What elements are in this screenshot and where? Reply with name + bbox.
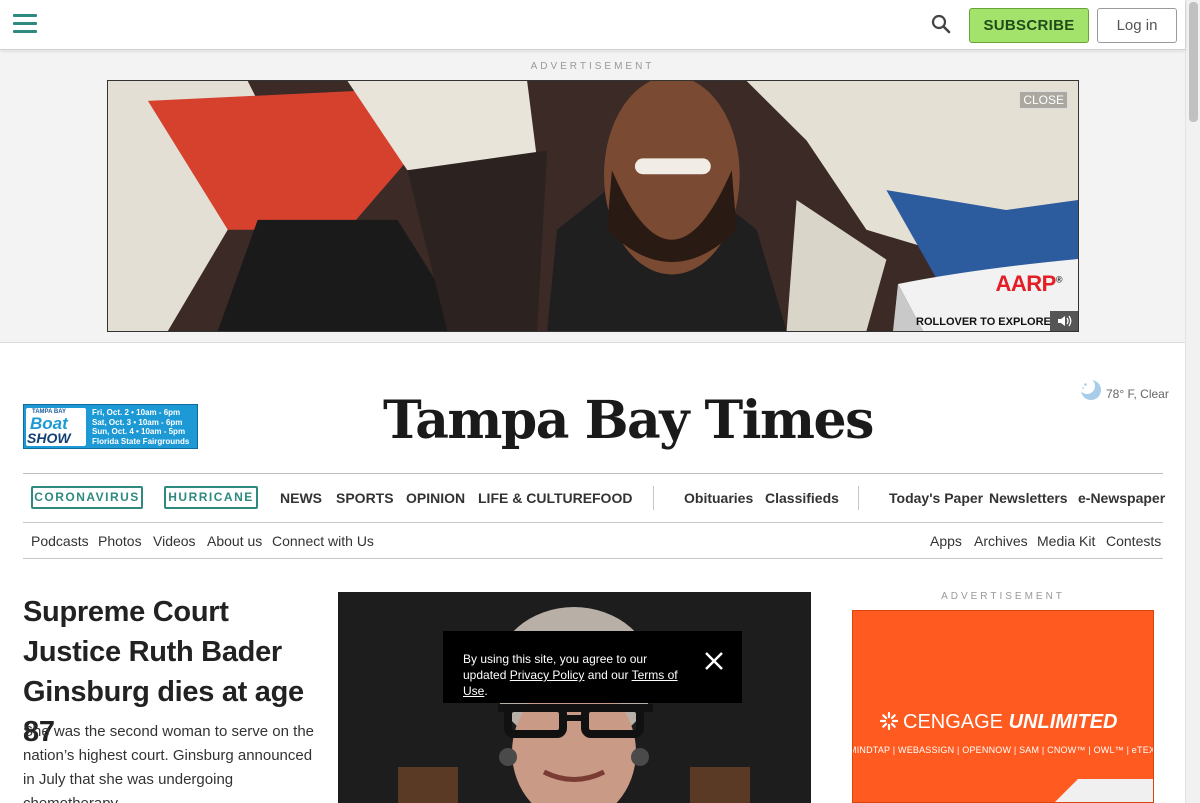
subnav-archives[interactable]: Archives — [974, 533, 1028, 549]
login-button[interactable]: Log in — [1097, 8, 1177, 43]
nav-news[interactable]: NEWS — [280, 490, 322, 506]
subnav-connect[interactable]: Connect with Us — [272, 533, 374, 549]
subnav-podcasts[interactable]: Podcasts — [31, 533, 89, 549]
cengage-wordmark: CENGAGE UNLIMITED — [903, 711, 1118, 733]
boat-show-logo: TAMPA BAY Boat SHOW — [26, 408, 86, 446]
top-bar: SUBSCRIBE Log in — [0, 0, 1185, 50]
weather-text: 78° F, Clear — [1106, 387, 1169, 401]
subnav-about-us[interactable]: About us — [207, 533, 262, 549]
search-icon[interactable] — [930, 13, 952, 35]
nav-life-culture[interactable]: LIFE & CULTURE — [478, 490, 592, 506]
nav-e-newspaper[interactable]: e-Newspaper — [1078, 490, 1165, 506]
nav-food[interactable]: FOOD — [592, 490, 632, 506]
scrollbar-thumb[interactable] — [1189, 2, 1198, 122]
page-scrollbar[interactable] — [1185, 0, 1200, 803]
hamburger-menu-icon[interactable] — [13, 14, 37, 36]
nav-separator — [653, 486, 654, 510]
top-ad-band: ADVERTISEMENT CLOSE AARP® ROLLOVER TO EX… — [0, 51, 1185, 343]
cengage-products: MINDTAP | WEBASSIGN | OPENNOW | SAM | CN… — [852, 745, 1153, 755]
subnav-videos[interactable]: Videos — [153, 533, 196, 549]
ad-label: ADVERTISEMENT — [530, 61, 655, 72]
side-ad-label: ADVERTISEMENT — [941, 591, 1065, 602]
subnav-photos[interactable]: Photos — [98, 533, 142, 549]
nav-opinion[interactable]: OPINION — [406, 490, 465, 506]
nav-sports[interactable]: SPORTS — [336, 490, 394, 506]
main-nav: CORONAVIRUS HURRICANE NEWS SPORTS OPINIO… — [23, 474, 1165, 522]
weather-widget[interactable]: 78° F, Clear — [1078, 377, 1169, 401]
privacy-policy-link[interactable]: Privacy Policy — [510, 668, 585, 682]
moon-cloud-icon — [1079, 378, 1101, 400]
consent-text: By using this site, you agree to our upd… — [463, 652, 678, 698]
rollover-to-explore[interactable]: ROLLOVER TO EXPLORE — [916, 316, 1051, 328]
boat-show-dates: Fri, Oct. 2 • 10am - 6pm Sat, Oct. 3 • 1… — [92, 408, 190, 446]
ad-close-button[interactable]: CLOSE — [1019, 91, 1068, 109]
nav-obituaries[interactable]: Obituaries — [684, 490, 753, 506]
ad-peel-corner — [1055, 779, 1153, 802]
speaker-icon[interactable] — [1050, 311, 1078, 331]
aarp-video-ad[interactable]: CLOSE AARP® ROLLOVER TO EXPLORE — [107, 80, 1079, 332]
close-icon[interactable] — [704, 651, 724, 671]
subnav-contests[interactable]: Contests — [1106, 533, 1161, 549]
subscribe-button[interactable]: SUBSCRIBE — [969, 8, 1089, 43]
cengage-ad[interactable]: CENGAGE UNLIMITED MINDTAP | WEBASSIGN | … — [852, 610, 1154, 803]
privacy-consent-banner: By using this site, you agree to our upd… — [443, 631, 742, 703]
nav-chip-coronavirus[interactable]: CORONAVIRUS — [31, 486, 143, 509]
subnav-apps[interactable]: Apps — [930, 533, 962, 549]
subnav-media-kit[interactable]: Media Kit — [1037, 533, 1095, 549]
aarp-logo: AARP® — [995, 271, 1063, 296]
nav-separator — [858, 486, 859, 510]
nav-todays-paper[interactable]: Today's Paper — [889, 490, 983, 506]
nav-classifieds[interactable]: Classifieds — [765, 490, 839, 506]
cengage-logo-icon — [879, 711, 899, 731]
nav-newsletters[interactable]: Newsletters — [989, 490, 1068, 506]
nav-chip-hurricane[interactable]: HURRICANE — [164, 486, 258, 509]
sub-nav: Podcasts Photos Videos About us Connect … — [23, 523, 1163, 559]
boat-show-promo[interactable]: TAMPA BAY Boat SHOW Fri, Oct. 2 • 10am -… — [23, 404, 198, 449]
site-logo[interactable]: Tampa Bay Times — [383, 386, 874, 456]
lead-summary: She was the second woman to serve on the… — [23, 723, 315, 803]
